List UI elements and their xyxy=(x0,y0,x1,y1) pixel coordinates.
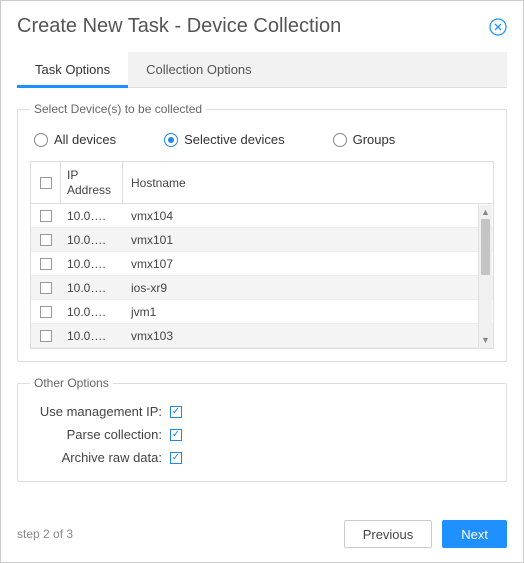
select-all-checkbox[interactable] xyxy=(40,177,52,189)
dialog-title: Create New Task - Device Collection xyxy=(17,15,341,38)
select-devices-fieldset: Select Device(s) to be collected All dev… xyxy=(17,102,507,362)
row-checkbox[interactable] xyxy=(40,210,52,222)
cell-ip: 10.0…. xyxy=(61,305,123,319)
column-ip[interactable]: IP Address xyxy=(61,162,123,203)
next-button[interactable]: Next xyxy=(442,520,507,548)
other-options-fieldset: Other Options Use management IP: Parse c… xyxy=(17,376,507,482)
previous-button[interactable]: Previous xyxy=(344,520,433,548)
dialog-footer: step 2 of 3 Previous Next xyxy=(17,520,507,548)
tab-bar: Task Options Collection Options xyxy=(17,52,507,88)
row-checkbox[interactable] xyxy=(40,282,52,294)
cell-ip: 10.0…. xyxy=(61,281,123,295)
table-row[interactable]: 10.0…. ios-xr9 xyxy=(31,276,493,300)
radio-all-devices[interactable]: All devices xyxy=(34,132,116,147)
scroll-down-icon[interactable]: ▼ xyxy=(479,333,492,347)
cell-hostname: vmx107 xyxy=(123,257,493,271)
radio-icon xyxy=(333,133,347,147)
footer-buttons: Previous Next xyxy=(344,520,507,548)
header-checkbox-cell xyxy=(31,162,61,203)
dialog-header: Create New Task - Device Collection xyxy=(17,15,507,38)
row-checkbox[interactable] xyxy=(40,330,52,342)
row-checkbox[interactable] xyxy=(40,234,52,246)
other-options-legend: Other Options xyxy=(30,376,113,390)
option-label: Parse collection: xyxy=(30,427,170,442)
radio-label: Selective devices xyxy=(184,132,284,147)
parse-collection-checkbox[interactable] xyxy=(170,429,182,441)
radio-label: All devices xyxy=(54,132,116,147)
radio-icon xyxy=(34,133,48,147)
table-body: 10.0…. vmx104 10.0…. vmx101 10.0…. vmx10… xyxy=(31,204,493,348)
table-row[interactable]: 10.0…. vmx101 xyxy=(31,228,493,252)
radio-label: Groups xyxy=(353,132,396,147)
dialog: Create New Task - Device Collection Task… xyxy=(0,0,524,563)
row-checkbox[interactable] xyxy=(40,306,52,318)
cell-ip: 10.0…. xyxy=(61,209,123,223)
device-table: IP Address Hostname 10.0…. vmx104 10.0….… xyxy=(30,161,494,349)
radio-icon xyxy=(164,133,178,147)
archive-raw-checkbox[interactable] xyxy=(170,452,182,464)
table-row[interactable]: 10.0…. vmx107 xyxy=(31,252,493,276)
option-label: Use management IP: xyxy=(30,404,170,419)
cell-hostname: ios-xr9 xyxy=(123,281,493,295)
tab-collection-options[interactable]: Collection Options xyxy=(128,52,270,87)
select-devices-legend: Select Device(s) to be collected xyxy=(30,102,206,116)
table-header: IP Address Hostname xyxy=(31,162,493,204)
radio-selective-devices[interactable]: Selective devices xyxy=(164,132,284,147)
step-indicator: step 2 of 3 xyxy=(17,527,73,541)
option-archive-raw: Archive raw data: xyxy=(30,446,494,469)
close-icon[interactable] xyxy=(489,18,507,36)
scrollbar[interactable]: ▲ ▼ xyxy=(478,205,492,347)
cell-hostname: vmx103 xyxy=(123,329,493,343)
column-hostname[interactable]: Hostname xyxy=(123,172,493,194)
scrollbar-thumb[interactable] xyxy=(481,219,490,275)
cell-hostname: jvm1 xyxy=(123,305,493,319)
option-label: Archive raw data: xyxy=(30,450,170,465)
row-checkbox[interactable] xyxy=(40,258,52,270)
cell-hostname: vmx104 xyxy=(123,209,493,223)
cell-hostname: vmx101 xyxy=(123,233,493,247)
table-row[interactable]: 10.0…. jvm1 xyxy=(31,300,493,324)
option-parse-collection: Parse collection: xyxy=(30,423,494,446)
table-row[interactable]: 10.0…. vmx104 xyxy=(31,204,493,228)
table-row[interactable]: 10.0…. vmx103 xyxy=(31,324,493,348)
radio-groups[interactable]: Groups xyxy=(333,132,396,147)
cell-ip: 10.0…. xyxy=(61,233,123,247)
cell-ip: 10.0…. xyxy=(61,257,123,271)
scroll-up-icon[interactable]: ▲ xyxy=(479,205,492,219)
use-mgmt-ip-checkbox[interactable] xyxy=(170,406,182,418)
tab-task-options[interactable]: Task Options xyxy=(17,52,128,88)
cell-ip: 10.0…. xyxy=(61,329,123,343)
option-use-mgmt-ip: Use management IP: xyxy=(30,400,494,423)
device-scope-radios: All devices Selective devices Groups xyxy=(30,126,494,161)
